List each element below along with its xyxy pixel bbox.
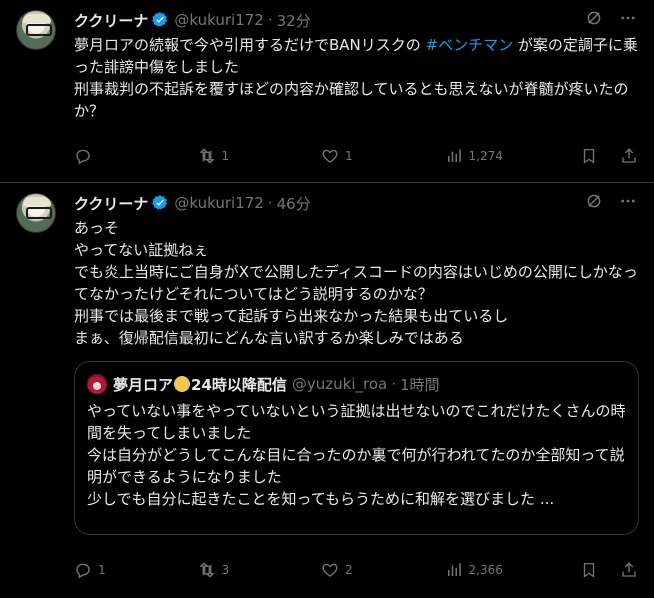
like-count: 1 xyxy=(345,149,353,163)
tweet-header: ククリーナ @kukuri172 · 32分 xyxy=(74,10,638,30)
like-icon xyxy=(322,563,338,577)
retweet-icon xyxy=(198,148,215,164)
timestamp[interactable]: 32分 xyxy=(277,10,311,31)
like-button[interactable]: 1 xyxy=(321,147,385,165)
handle[interactable]: @kukuri172 xyxy=(174,11,263,29)
grok-icon[interactable] xyxy=(584,8,604,28)
retweet-button[interactable]: 3 xyxy=(198,561,262,579)
retweet-count: 1 xyxy=(221,149,230,163)
share-button[interactable] xyxy=(620,561,638,579)
share-icon xyxy=(622,148,636,163)
views-count: 2,366 xyxy=(468,563,503,577)
separator-dot: · xyxy=(391,375,396,393)
timeline-feed: ククリーナ @kukuri172 · 32分 夢月ロアの続報で今や引用するだけで… xyxy=(0,0,654,598)
avatar[interactable] xyxy=(16,10,56,50)
header-actions xyxy=(584,191,638,211)
like-count: 2 xyxy=(345,563,353,577)
tweet-actions: 1 1 1,274 xyxy=(74,145,638,167)
like-icon xyxy=(322,149,338,163)
views-icon xyxy=(447,149,461,162)
tweet-text-part: 夢月ロアの続報で今や引用するだけでBANリスクの xyxy=(74,36,426,54)
reply-count: 1 xyxy=(98,563,106,577)
right-actions xyxy=(580,561,638,579)
handle[interactable]: @kukuri172 xyxy=(174,194,263,212)
quote-header: 夢月ロア 24時以降配信 @yuzuki_roa · 1時間 xyxy=(87,374,626,394)
tweet-content: ククリーナ @kukuri172 · 46分 あっそ やってない証拠ねぇ でも炎… xyxy=(74,193,639,598)
grok-icon[interactable] xyxy=(584,191,604,211)
reply-icon xyxy=(76,149,90,165)
more-icon[interactable] xyxy=(618,191,638,211)
share-button[interactable] xyxy=(620,147,638,165)
tweet-text: 夢月ロアの続報で今や引用するだけでBANリスクの #ベンチマン が案の定調子に乗… xyxy=(74,34,638,122)
reply-button[interactable]: 1 xyxy=(74,561,138,579)
quote-timestamp: 1時間 xyxy=(400,375,440,394)
bookmark-icon xyxy=(583,562,595,578)
views-icon xyxy=(447,563,461,576)
quote-display-name: 夢月ロア 24時以降配信 xyxy=(113,374,287,395)
separator-dot: · xyxy=(267,194,273,212)
tweet[interactable]: ククリーナ @kukuri172 · 46分 あっそ やってない証拠ねぇ でも炎… xyxy=(0,183,654,598)
quoted-tweet[interactable]: 夢月ロア 24時以降配信 @yuzuki_roa · 1時間 やっていない事をやっ… xyxy=(74,361,639,535)
bookmark-icon xyxy=(583,148,595,164)
retweet-icon xyxy=(198,562,215,578)
timestamp[interactable]: 46分 xyxy=(277,193,311,214)
avatar[interactable] xyxy=(16,193,56,233)
verified-badge-icon xyxy=(152,195,168,210)
display-name[interactable]: ククリーナ xyxy=(74,10,148,31)
right-actions xyxy=(580,147,638,165)
verified-badge-icon xyxy=(152,12,168,27)
separator-dot: · xyxy=(267,11,273,29)
quote-name-part: 24時以降配信 xyxy=(191,375,287,394)
bookmark-button[interactable] xyxy=(580,561,598,579)
views-button[interactable]: 2,366 xyxy=(445,561,521,579)
quote-avatar xyxy=(87,374,107,394)
tweet-actions: 1 3 2 2,366 xyxy=(74,559,638,581)
quote-handle: @yuzuki_roa xyxy=(291,375,388,393)
reply-button[interactable] xyxy=(74,147,138,165)
avatar-column xyxy=(16,10,64,182)
tweet-header: ククリーナ @kukuri172 · 46分 xyxy=(74,193,638,213)
quote-name-part: 夢月ロア xyxy=(113,375,174,394)
views-count: 1,274 xyxy=(468,149,503,163)
retweet-count: 3 xyxy=(221,563,230,577)
share-icon xyxy=(622,562,636,577)
more-icon[interactable] xyxy=(618,8,638,28)
hashtag-link[interactable]: #ベンチマン xyxy=(426,36,514,54)
quote-text: やっていない事をやっていないという証拠は出せないのでこれだけたくさんの時間を失っ… xyxy=(87,402,626,508)
reply-icon xyxy=(76,563,90,579)
tweet-text: あっそ やってない証拠ねぇ でも炎上当時にご自身がXで公開したディスコードの内容… xyxy=(74,219,638,347)
moon-emoji-icon xyxy=(174,375,191,392)
display-name[interactable]: ククリーナ xyxy=(74,193,148,214)
tweet[interactable]: ククリーナ @kukuri172 · 32分 夢月ロアの続報で今や引用するだけで… xyxy=(0,0,654,183)
views-button[interactable]: 1,274 xyxy=(445,147,521,165)
retweet-button[interactable]: 1 xyxy=(198,147,262,165)
avatar-column xyxy=(16,193,64,598)
bookmark-button[interactable] xyxy=(580,147,598,165)
like-button[interactable]: 2 xyxy=(321,561,385,579)
header-actions xyxy=(584,8,638,28)
